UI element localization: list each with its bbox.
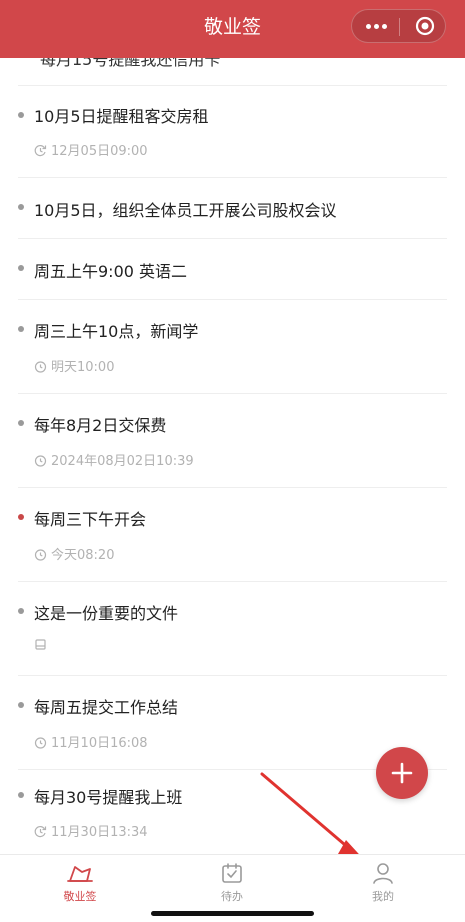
- list-item[interactable]: 每年8月2日交保费 2024年08月02日10:39: [0, 394, 465, 487]
- list-item[interactable]: 这是一份重要的文件: [0, 582, 465, 675]
- item-title: 每周三下午开会: [34, 510, 147, 529]
- status-dot: [18, 326, 24, 332]
- add-memo-button[interactable]: [376, 747, 428, 799]
- item-title: 10月5日提醒租客交房租: [34, 107, 209, 126]
- memo-list[interactable]: 每月15号提醒我还信用卡 10月5日提醒租客交房租 12月05日09:00 10…: [0, 58, 465, 854]
- list-item[interactable]: 每周三下午开会 今天08:20: [0, 488, 465, 581]
- item-time: 2024年08月02日10:39: [34, 450, 194, 469]
- app-header: 敬业签: [0, 0, 465, 58]
- item-title: 每月30号提醒我上班: [34, 788, 183, 807]
- tab-label: 敬业签: [63, 890, 97, 903]
- status-dot: [18, 792, 24, 798]
- repeat-clock-icon: [34, 825, 47, 838]
- notes-icon: [67, 866, 93, 882]
- alarm-clock-icon: [34, 361, 47, 373]
- status-dot: [18, 514, 24, 520]
- item-time: 11月10日16:08: [34, 732, 148, 751]
- list-item-partial[interactable]: 每月15号提醒我还信用卡: [40, 58, 220, 70]
- item-time: 今天08:20: [34, 544, 114, 563]
- tab-label: 待办: [221, 890, 243, 903]
- status-dot: [18, 420, 24, 426]
- item-title: 每周五提交工作总结: [34, 698, 179, 717]
- archive-box-icon: [35, 639, 46, 650]
- calendar-check-icon: [222, 863, 242, 883]
- plus-icon: [391, 762, 413, 784]
- status-dot: [18, 608, 24, 614]
- status-dot: [18, 702, 24, 708]
- list-item[interactable]: 10月5日，组织全体员工开展公司股权会议: [0, 178, 465, 238]
- alarm-clock-icon: [34, 737, 47, 749]
- item-title: 每年8月2日交保费: [34, 416, 167, 435]
- item-title: 周三上午10点，新闻学: [34, 322, 199, 341]
- alarm-clock-icon: [34, 549, 47, 561]
- repeat-clock-icon: [34, 144, 47, 157]
- capsule-divider: [399, 18, 400, 36]
- user-icon: [373, 863, 393, 884]
- miniprogram-capsule: [351, 9, 446, 43]
- item-title: 10月5日，组织全体员工开展公司股权会议: [34, 201, 337, 220]
- alarm-clock-icon: [34, 455, 47, 467]
- home-indicator: [151, 911, 314, 916]
- close-miniprogram-icon[interactable]: [415, 16, 435, 36]
- item-attachment: [34, 638, 51, 653]
- tab-mine[interactable]: 我的: [343, 861, 423, 904]
- list-item[interactable]: 周五上午9:00 英语二: [0, 239, 465, 299]
- item-time: 明天10:00: [34, 356, 114, 375]
- list-item[interactable]: 10月5日提醒租客交房租 12月05日09:00: [0, 86, 465, 178]
- tab-notes[interactable]: 敬业签: [40, 861, 120, 904]
- item-time: 12月05日09:00: [34, 140, 148, 159]
- item-title: 这是一份重要的文件: [34, 604, 179, 623]
- status-dot: [18, 265, 24, 271]
- item-time: 11月30日13:34: [34, 821, 148, 840]
- list-item[interactable]: 周三上午10点，新闻学 明天10:00: [0, 300, 465, 393]
- status-dot: [18, 204, 24, 210]
- tab-todo[interactable]: 待办: [192, 861, 272, 904]
- more-options-icon[interactable]: [366, 24, 388, 30]
- status-dot: [18, 112, 24, 118]
- tab-label: 我的: [372, 890, 394, 903]
- item-title: 周五上午9:00 英语二: [34, 262, 188, 281]
